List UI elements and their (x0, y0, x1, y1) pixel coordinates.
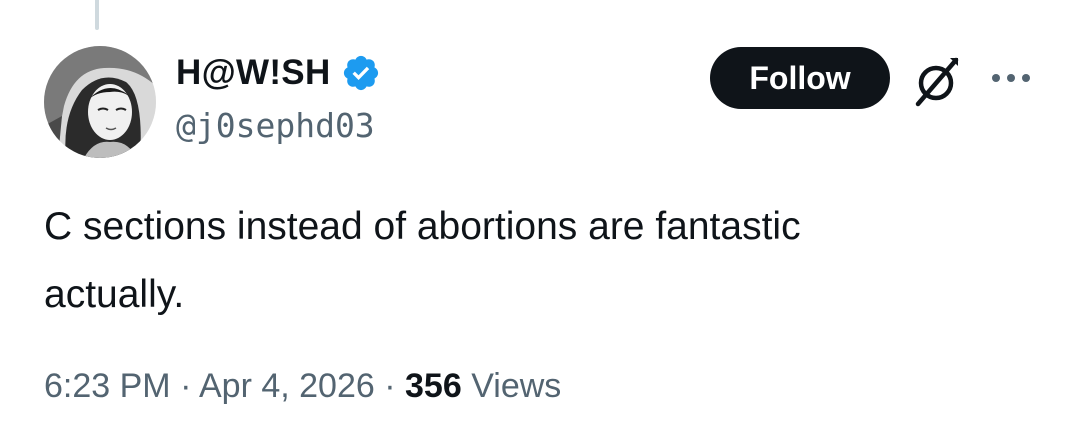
tweet-time[interactable]: 6:23 PM (44, 367, 171, 405)
avatar[interactable] (44, 46, 156, 158)
meta-separator: · (180, 367, 192, 405)
grok-icon[interactable] (906, 52, 966, 112)
tweet-text-line: actually. (44, 273, 185, 316)
meta-separator: · (384, 367, 396, 405)
views-count[interactable]: 356 (405, 367, 462, 405)
tweet-text: C sections instead of abortions are fant… (44, 193, 1034, 329)
tweet-metadata: 6:23 PM · Apr 4, 2026 · 356 Views (44, 362, 561, 410)
author-handle[interactable]: @j0sephd03 (176, 106, 375, 146)
author-display-name[interactable]: H@W!SH (176, 52, 331, 94)
views-label: Views (471, 367, 562, 405)
tweet-date[interactable]: Apr 4, 2026 (199, 367, 375, 405)
thread-connector-line (95, 0, 99, 30)
avatar-image (44, 46, 156, 158)
tweet-text-line: C sections instead of abortions are fant… (44, 205, 801, 248)
more-options-icon[interactable] (988, 63, 1034, 93)
follow-button[interactable]: Follow (710, 47, 890, 109)
verified-badge-icon[interactable] (341, 53, 381, 93)
author-name-row[interactable]: H@W!SH (176, 52, 381, 94)
